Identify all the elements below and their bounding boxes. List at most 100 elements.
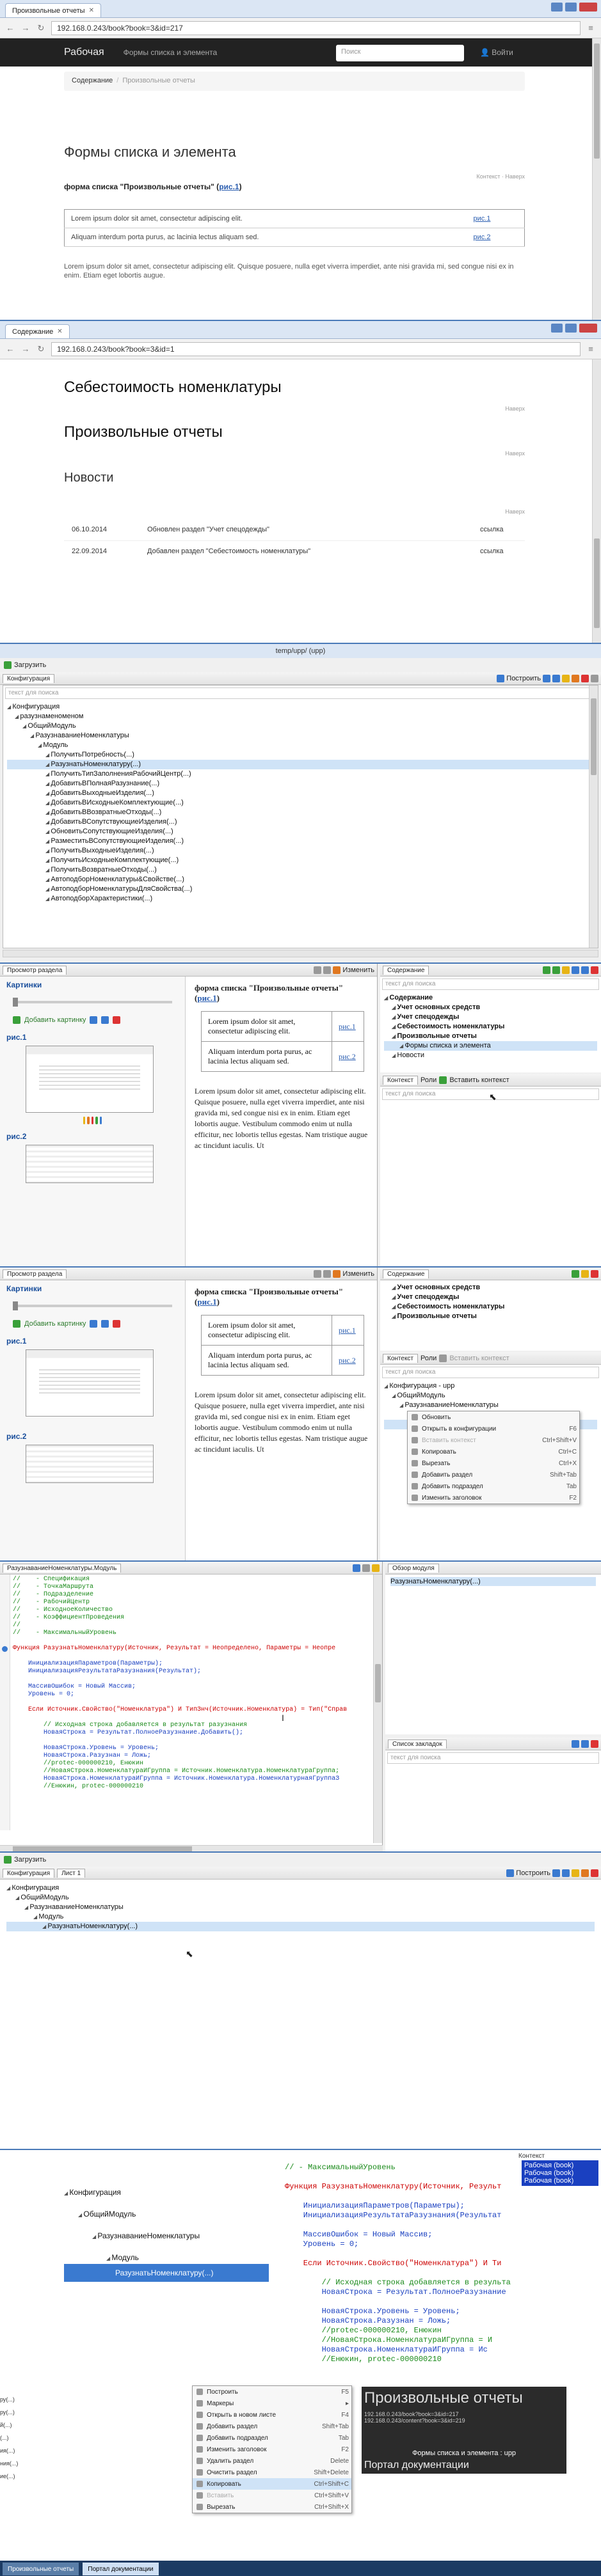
tree-item[interactable]: ◢ РазузнатьНоменклатуру(...) bbox=[7, 760, 594, 769]
menu-item[interactable]: Добавить раздел Shift+Tab bbox=[193, 2421, 351, 2432]
find-icon[interactable] bbox=[372, 1564, 380, 1572]
menu-item[interactable]: Изменить заголовок F2 bbox=[408, 1492, 579, 1504]
forward-icon[interactable]: → bbox=[20, 23, 31, 33]
down-icon[interactable] bbox=[101, 1016, 109, 1024]
menu-item[interactable]: Вставить Ctrl+Shift+V bbox=[193, 2490, 351, 2501]
maximize-icon[interactable] bbox=[565, 324, 577, 333]
folder-icon[interactable] bbox=[562, 674, 570, 682]
tree-item[interactable]: ◢ разузнаменоменом bbox=[7, 712, 594, 721]
menu-icon[interactable] bbox=[591, 674, 598, 682]
back-icon[interactable] bbox=[314, 966, 322, 974]
tree-item[interactable]: ◢ ДобавитьВВозвратныеОтходы(...) bbox=[7, 808, 594, 817]
tree-item[interactable]: ◢ АвтоподборНоменклатурыДляСвойства(...) bbox=[7, 884, 594, 894]
page-scrollbar[interactable] bbox=[592, 359, 601, 643]
search-input[interactable]: текст для поиска bbox=[382, 978, 599, 990]
forward-icon[interactable]: → bbox=[20, 344, 31, 354]
tree-item[interactable]: ◢ ОбщийМодуль bbox=[7, 721, 594, 731]
browser-tab[interactable]: Произвольные отчеты ✕ bbox=[5, 3, 101, 17]
load-button[interactable]: Загрузить bbox=[14, 661, 46, 669]
move-icon[interactable] bbox=[99, 1117, 102, 1124]
horizontal-scrollbar[interactable] bbox=[3, 950, 598, 957]
menu-item[interactable]: Добавить подраздел Tab bbox=[193, 2432, 351, 2444]
load-button[interactable]: Загрузить bbox=[14, 1856, 46, 1864]
caption-link[interactable]: рис.1 bbox=[197, 1297, 216, 1307]
tree-item[interactable]: ◢ ОбщийМодуль bbox=[64, 2204, 269, 2226]
delete-icon[interactable] bbox=[591, 1269, 598, 1278]
tree-item[interactable]: ◢ Конфигурация - upp bbox=[384, 1381, 597, 1391]
code-scrollbar[interactable] bbox=[373, 1575, 382, 1843]
edit-icon[interactable] bbox=[572, 674, 579, 682]
down-icon[interactable] bbox=[101, 1320, 109, 1328]
tab-configuration[interactable]: Конфигурация bbox=[3, 673, 55, 683]
picture-label[interactable]: рис.1 bbox=[0, 1029, 185, 1046]
tab-bookmarks[interactable]: Список закладок bbox=[388, 1739, 447, 1748]
tree-item[interactable]: ◢ РазузнаваниеНоменклатуры bbox=[7, 731, 594, 741]
down-icon[interactable] bbox=[552, 674, 560, 682]
browser-tab[interactable]: Содержание ✕ bbox=[5, 324, 70, 338]
breakpoint-icon[interactable] bbox=[2, 1646, 8, 1652]
tab-overview[interactable]: Обзор модуля bbox=[388, 1563, 439, 1573]
tree-item[interactable]: ◢ ДобавитьВСопутствующиеИзделия(...) bbox=[7, 817, 594, 827]
tree-item[interactable]: ◢ ПолучитьТипЗаполненияРабочийЦентр(...) bbox=[7, 769, 594, 779]
tree-item[interactable]: ◢ ДобавитьВИсходныеКомплектующие(...) bbox=[7, 798, 594, 808]
tab-bubble[interactable]: Рабочая (book) bbox=[524, 2177, 596, 2185]
folder-icon[interactable] bbox=[581, 1269, 589, 1278]
tree-item[interactable]: ◢ Себестоимость номенклатуры bbox=[384, 1302, 597, 1312]
tree-item[interactable]: ◢ АвтоподборНоменклатуры&Свойстве(...) bbox=[7, 875, 594, 884]
menu-item[interactable]: Вставить контекст Ctrl+Shift+V bbox=[408, 1434, 579, 1446]
pictures-header[interactable]: Картинки bbox=[0, 977, 185, 993]
tree-item[interactable]: ◢ ОбщийМодуль bbox=[6, 1893, 595, 1903]
picture-thumbnail[interactable] bbox=[26, 1046, 154, 1113]
tree-item[interactable]: ◢ Содержание bbox=[384, 993, 597, 1003]
maximize-icon[interactable] bbox=[565, 3, 577, 12]
up-icon[interactable] bbox=[572, 966, 579, 974]
nav-icon[interactable] bbox=[353, 1564, 360, 1572]
up-icon[interactable] bbox=[552, 1869, 560, 1877]
down-icon[interactable] bbox=[581, 1740, 589, 1748]
taskbar-item[interactable]: Портал документации bbox=[83, 2563, 159, 2575]
folder-icon[interactable] bbox=[562, 966, 570, 974]
tree-item[interactable]: ◢ Учет основных средств bbox=[384, 1003, 597, 1012]
selected-tree-item[interactable]: РазузнатьНоменклатуру(...) bbox=[64, 2264, 269, 2282]
url-field[interactable]: 192.168.0.243/book?book=3&id=217 bbox=[51, 20, 581, 35]
build-button[interactable]: Построить bbox=[516, 1869, 550, 1877]
tree-item[interactable]: ◢ РазузнаваниеНоменклатуры bbox=[6, 1903, 595, 1912]
forward-icon[interactable] bbox=[323, 966, 332, 974]
menu-icon[interactable]: ≡ bbox=[586, 23, 596, 33]
breadcrumb-home[interactable]: Содержание bbox=[72, 77, 113, 84]
menu-item[interactable]: Удалить раздел Delete bbox=[193, 2455, 351, 2467]
tab-module[interactable]: РазузнаваниеНоменклатуры.Модуль bbox=[3, 1563, 122, 1573]
row-link[interactable]: рис.1 bbox=[339, 1022, 356, 1031]
search-input[interactable]: текст для поиска bbox=[382, 1367, 599, 1378]
tree-item[interactable]: ◢ АвтоподборХарактеристики(...) bbox=[7, 894, 594, 904]
picture-tool-icon[interactable] bbox=[87, 1117, 90, 1124]
add-icon[interactable] bbox=[543, 966, 550, 974]
tree-item[interactable]: ◢ Модуль bbox=[7, 741, 594, 750]
close-tab-icon[interactable]: ✕ bbox=[89, 7, 94, 14]
top-link[interactable]: Наверх bbox=[64, 508, 525, 515]
delete-icon[interactable] bbox=[113, 1320, 121, 1328]
tree-item[interactable]: ◢ ПолучитьВозвратныеОтходы(...) bbox=[7, 865, 594, 875]
tree-item[interactable]: ◢ Модуль bbox=[6, 1912, 595, 1922]
tree-scrollbar[interactable] bbox=[589, 686, 598, 948]
menu-item[interactable]: Добавить подраздел Tab bbox=[408, 1480, 579, 1492]
build-button[interactable]: Построить bbox=[506, 675, 541, 682]
nav-link-forms[interactable]: Формы списка и элемента bbox=[124, 48, 218, 57]
tree-item[interactable]: ◢ РазузнатьНоменклатуру(...) bbox=[6, 1922, 595, 1931]
reload-icon[interactable]: ↻ bbox=[36, 23, 46, 33]
tree-item[interactable]: ◢ Произвольные отчеты bbox=[384, 1312, 597, 1321]
news-link[interactable]: ссылка bbox=[480, 540, 525, 562]
taskbar-item[interactable]: Произвольные отчеты bbox=[3, 2563, 79, 2575]
tree-item[interactable]: ◢ ПолучитьПотребность(...) bbox=[7, 750, 594, 760]
menu-item[interactable]: Изменить заголовок F2 bbox=[193, 2444, 351, 2455]
tree-item[interactable]: ◢ Учет основных средств bbox=[384, 1283, 597, 1292]
picture-tool-icon[interactable] bbox=[83, 1117, 86, 1124]
search-input[interactable]: текст для поиска bbox=[387, 1752, 599, 1764]
close-window-icon[interactable] bbox=[579, 3, 597, 12]
tree-item[interactable]: ◢ Формы списка и элемента bbox=[384, 1041, 597, 1051]
tree-item[interactable]: ◢ Конфигурация bbox=[7, 702, 594, 712]
popup-url[interactable]: 192.168.0.243/book?book=3&id=217 bbox=[364, 2411, 564, 2417]
tree-item[interactable]: ◢ Произвольные отчеты bbox=[384, 1032, 597, 1041]
tree-item[interactable]: ◢ ПолучитьИсходныеКомплектующие(...) bbox=[7, 856, 594, 865]
tab-contents[interactable]: Содержание bbox=[383, 965, 429, 975]
